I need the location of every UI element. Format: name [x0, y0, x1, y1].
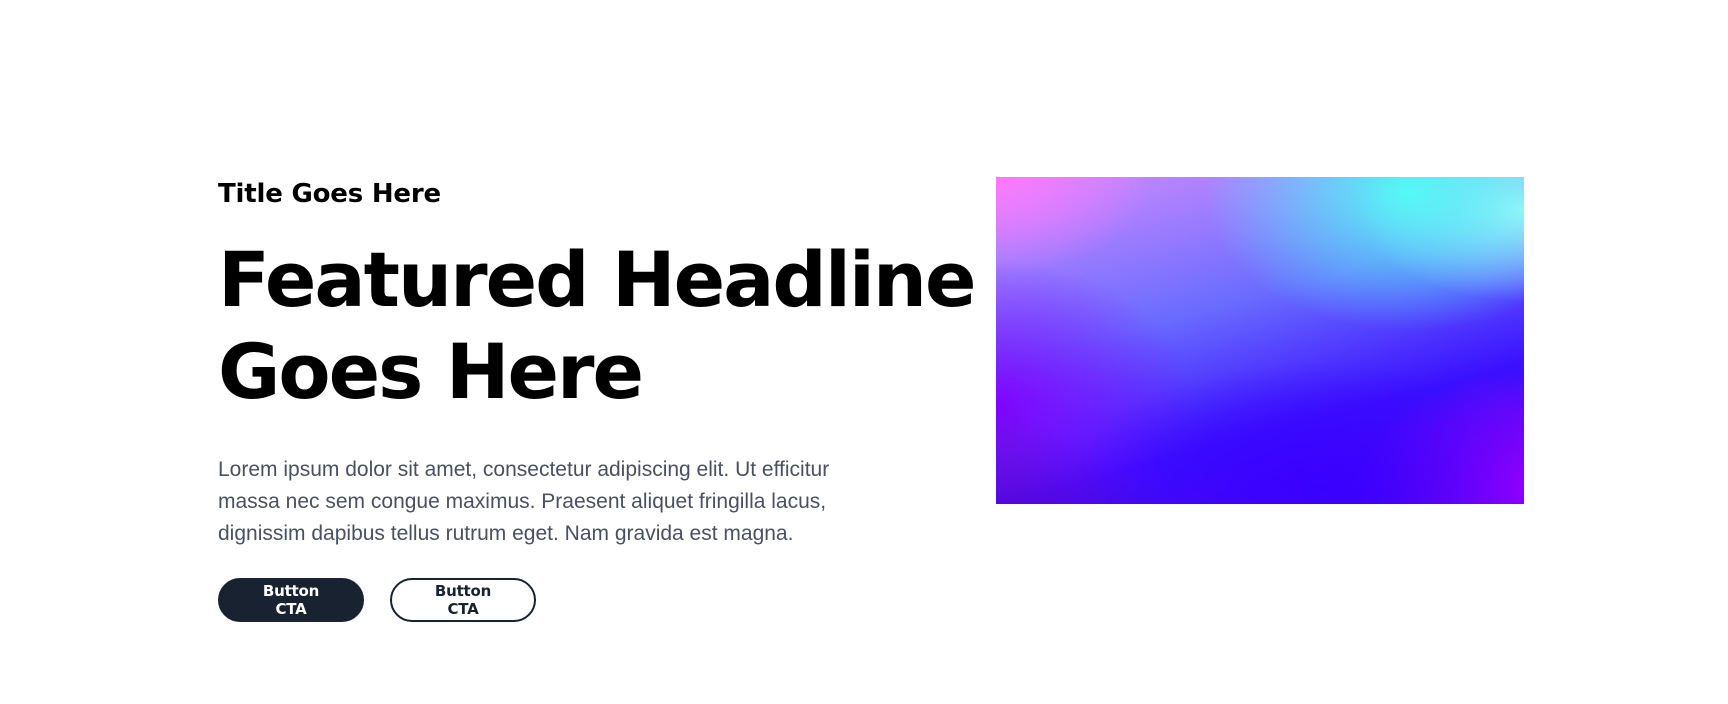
- hero-headline: Featured Headline Goes Here: [218, 234, 977, 418]
- hero-gradient-image: [996, 177, 1524, 504]
- primary-cta-button[interactable]: Button CTA: [218, 578, 364, 622]
- hero-eyebrow-title: Title Goes Here: [218, 179, 441, 209]
- hero-content: Title Goes Here Featured Headline Goes H…: [218, 176, 977, 622]
- hero-headline-line-2: Goes Here: [218, 327, 644, 416]
- hero-section: Title Goes Here Featured Headline Goes H…: [0, 0, 1728, 704]
- hero-actions: Button CTA Button CTA: [218, 578, 898, 622]
- secondary-cta-button[interactable]: Button CTA: [390, 578, 536, 622]
- hero-headline-line-1: Featured Headline: [218, 235, 977, 324]
- hero-body-text: Lorem ipsum dolor sit amet, consectetur …: [218, 458, 830, 545]
